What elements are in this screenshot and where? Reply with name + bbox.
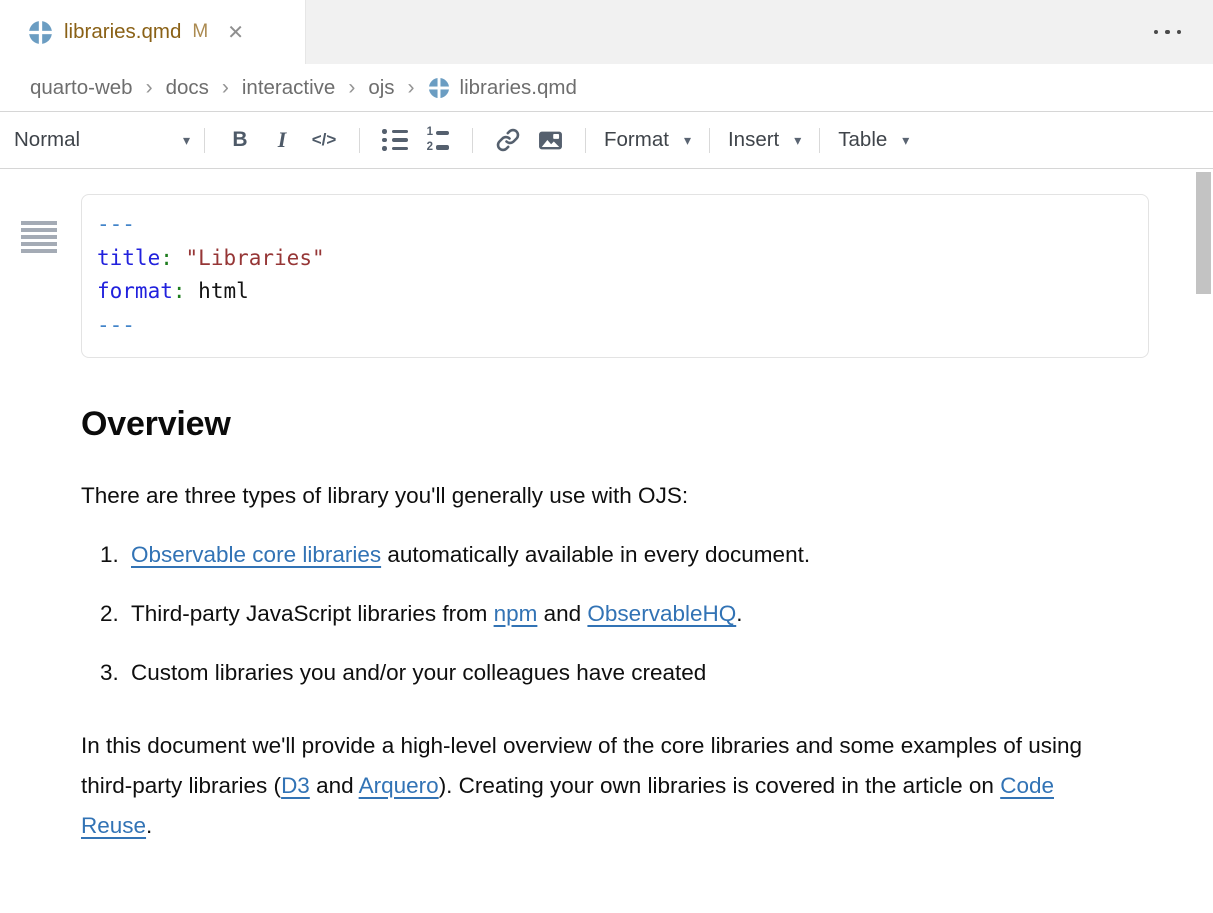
italic-button[interactable]: I xyxy=(267,121,297,159)
list-number: 3. xyxy=(100,660,131,686)
yaml-line: title: "Libraries" xyxy=(97,242,1133,276)
close-icon[interactable]: ✕ xyxy=(227,20,244,45)
insert-link-button[interactable] xyxy=(493,121,523,159)
chevron-down-icon: ▾ xyxy=(794,132,801,149)
format-menu-label: Format xyxy=(604,128,669,152)
more-actions-icon[interactable] xyxy=(1152,22,1184,43)
chevron-right-icon: › xyxy=(222,76,229,100)
breadcrumb-item-quarto-web[interactable]: quarto-web xyxy=(30,76,133,100)
yaml-line: --- xyxy=(97,208,1133,242)
tab-bar-spacer xyxy=(306,0,1213,64)
document-editor[interactable]: --- title: "Libraries" format: html --- … xyxy=(0,194,1213,913)
block-drag-handle-icon[interactable] xyxy=(21,221,57,253)
quarto-logo-icon xyxy=(28,20,53,45)
link-arquero[interactable]: Arquero xyxy=(359,773,439,798)
link-observablehq[interactable]: ObservableHQ xyxy=(587,601,736,626)
quarto-logo-icon xyxy=(428,77,450,99)
insert-image-button[interactable] xyxy=(535,121,565,159)
chevron-right-icon: › xyxy=(348,76,355,100)
yaml-front-matter-block[interactable]: --- title: "Libraries" format: html --- xyxy=(81,194,1149,358)
bullet-list-button[interactable] xyxy=(380,121,410,159)
vertical-scrollbar-thumb[interactable] xyxy=(1196,172,1211,294)
list-item-3[interactable]: 3. Custom libraries you and/or your coll… xyxy=(100,660,1149,686)
breadcrumb-item-interactive[interactable]: interactive xyxy=(242,76,335,100)
numbered-list-icon: 1 2 xyxy=(425,127,449,153)
breadcrumb-label: libraries.qmd xyxy=(460,76,577,100)
toolbar-divider xyxy=(585,128,586,153)
image-icon xyxy=(538,128,563,153)
visual-editor-window: libraries.qmd M ✕ quarto-web › docs › in… xyxy=(0,0,1213,889)
toolbar-divider xyxy=(204,128,205,153)
link-npm[interactable]: npm xyxy=(494,601,538,626)
chevron-down-icon: ▾ xyxy=(902,132,909,149)
insert-menu[interactable]: Insert ▾ xyxy=(728,128,801,152)
chevron-down-icon: ▾ xyxy=(183,132,190,149)
heading-overview[interactable]: Overview xyxy=(81,405,1149,444)
yaml-line: --- xyxy=(97,309,1133,343)
list-number: 2. xyxy=(100,601,131,627)
link-icon xyxy=(496,128,520,152)
inline-code-button[interactable]: </> xyxy=(309,121,339,159)
breadcrumb-item-ojs[interactable]: ojs xyxy=(368,76,394,100)
modified-badge: M xyxy=(192,21,208,43)
editor-tab-libraries-qmd[interactable]: libraries.qmd M ✕ xyxy=(0,0,306,64)
bold-button[interactable]: B xyxy=(225,121,255,159)
tab-bar: libraries.qmd M ✕ xyxy=(0,0,1213,64)
numbered-list-button[interactable]: 1 2 xyxy=(422,121,452,159)
breadcrumb-item-docs[interactable]: docs xyxy=(166,76,209,100)
toolbar-divider xyxy=(709,128,710,153)
breadcrumb: quarto-web › docs › interactive › ojs › … xyxy=(0,64,1213,112)
formatting-toolbar: Normal ▾ B I </> 1 2 xyxy=(0,112,1213,169)
link-observable-core-libraries[interactable]: Observable core libraries xyxy=(131,542,381,567)
paragraph-style-dropdown[interactable]: Normal ▾ xyxy=(14,128,190,152)
yaml-line: format: html xyxy=(97,275,1133,309)
bullet-list-icon xyxy=(382,129,408,151)
chevron-down-icon: ▾ xyxy=(684,132,691,149)
outro-paragraph[interactable]: In this document we'll provide a high-le… xyxy=(81,726,1091,846)
toolbar-divider xyxy=(472,128,473,153)
chevron-right-icon: › xyxy=(146,76,153,100)
toolbar-divider xyxy=(819,128,820,153)
toolbar-divider xyxy=(359,128,360,153)
tab-title: libraries.qmd xyxy=(64,20,181,44)
paragraph-style-value: Normal xyxy=(14,128,80,152)
link-d3[interactable]: D3 xyxy=(281,773,310,798)
list-item-text: Custom libraries you and/or your colleag… xyxy=(131,660,706,686)
chevron-right-icon: › xyxy=(408,76,415,100)
list-item-2[interactable]: 2. Third-party JavaScript libraries from… xyxy=(100,601,1149,627)
list-item-text: Observable core libraries automatically … xyxy=(131,542,810,568)
intro-paragraph[interactable]: There are three types of library you'll … xyxy=(81,483,1149,509)
list-item-text: Third-party JavaScript libraries from np… xyxy=(131,601,743,627)
format-menu[interactable]: Format ▾ xyxy=(604,128,691,152)
table-menu-label: Table xyxy=(838,128,887,152)
list-number: 1. xyxy=(100,542,131,568)
list-item-1[interactable]: 1. Observable core libraries automatical… xyxy=(100,542,1149,568)
insert-menu-label: Insert xyxy=(728,128,779,152)
breadcrumb-item-libraries-qmd[interactable]: libraries.qmd xyxy=(428,76,577,100)
table-menu[interactable]: Table ▾ xyxy=(838,128,909,152)
